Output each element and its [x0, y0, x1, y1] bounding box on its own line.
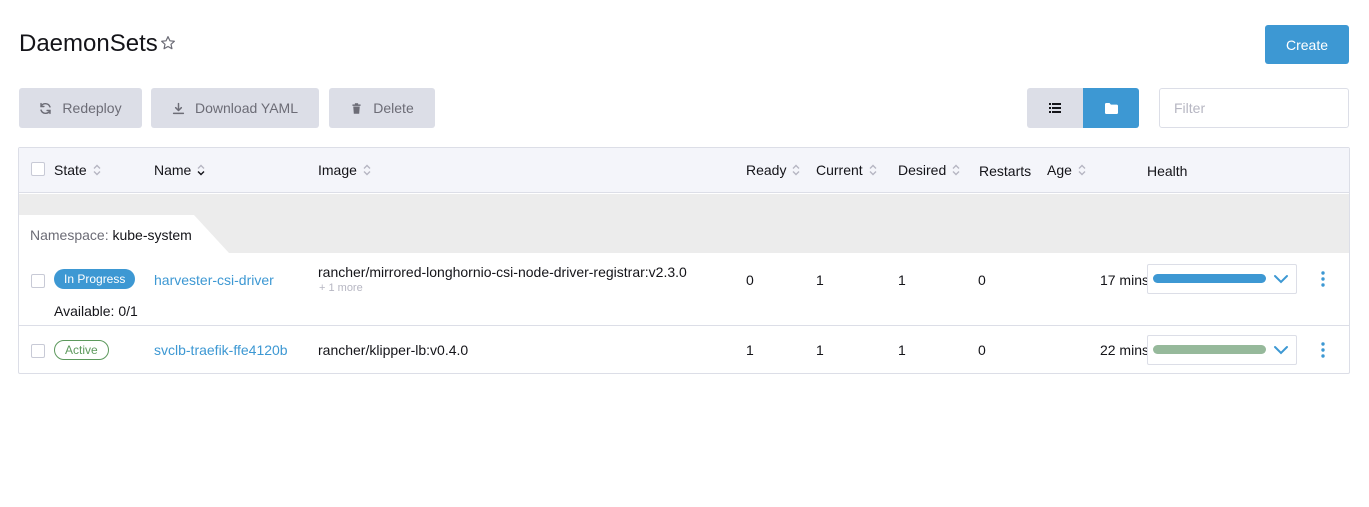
ready-count: 0 [746, 272, 754, 288]
more-actions-icon[interactable] [1321, 271, 1325, 287]
age-value: 22 mins [1099, 342, 1149, 358]
folder-icon [1104, 102, 1118, 114]
namespace-group-header [19, 194, 1349, 253]
health-bar [1153, 345, 1266, 354]
star-icon[interactable] [160, 35, 176, 51]
redeploy-label: Redeploy [62, 100, 122, 116]
desired-count: 1 [898, 272, 906, 288]
sort-icon [792, 164, 800, 176]
chevron-down-icon [1274, 275, 1288, 284]
column-header-image[interactable]: Image [318, 162, 371, 178]
image-name: rancher/mirrored-longhornio-csi-node-dri… [318, 264, 687, 280]
column-header-current[interactable]: Current [816, 162, 877, 178]
sort-icon [1078, 164, 1086, 176]
column-header-desired[interactable]: Desired [898, 162, 960, 178]
column-header-health: Health [1147, 163, 1188, 179]
redeploy-button[interactable]: Redeploy [19, 88, 142, 128]
chevron-down-icon [1274, 346, 1288, 355]
sort-icon [869, 164, 877, 176]
health-dropdown[interactable] [1147, 335, 1297, 365]
daemonset-name-link[interactable]: harvester-csi-driver [154, 272, 274, 288]
age-value: 17 mins [1099, 272, 1149, 288]
download-yaml-button[interactable]: Download YAML [151, 88, 319, 128]
ready-count: 1 [746, 342, 754, 358]
namespace-group-label: Namespace: kube-system [30, 227, 192, 243]
group-by-namespace-button[interactable] [1083, 88, 1139, 128]
table-row: Active svclb-traefik-ffe4120b rancher/kl… [19, 327, 1349, 373]
sort-icon [952, 164, 960, 176]
daemonsets-table: State Name Image Ready Current Desired R… [18, 147, 1350, 374]
column-header-age[interactable]: Age [1047, 162, 1086, 178]
delete-button[interactable]: Delete [329, 88, 435, 128]
health-dropdown[interactable] [1147, 264, 1297, 294]
namespace-name: kube-system [112, 227, 192, 243]
column-header-restarts: Restarts [979, 163, 1032, 179]
list-view-button[interactable] [1027, 88, 1083, 128]
download-yaml-label: Download YAML [195, 100, 298, 116]
filter-input[interactable] [1159, 88, 1349, 128]
view-toggle [1027, 88, 1139, 128]
row-checkbox[interactable] [31, 344, 45, 358]
sort-icon [93, 164, 101, 176]
delete-label: Delete [373, 100, 414, 116]
restarts-count: 0 [978, 272, 986, 288]
state-detail: Available: 0/1 [54, 303, 138, 319]
trash-icon [352, 102, 361, 114]
column-header-name[interactable]: Name [154, 162, 205, 178]
column-header-state[interactable]: State [54, 162, 101, 178]
image-name: rancher/klipper-lb:v0.4.0 [318, 342, 469, 358]
table-row: In Progress Available: 0/1 harvester-csi… [19, 253, 1349, 326]
image-more-link[interactable]: + 1 more [319, 282, 363, 294]
health-bar [1153, 274, 1266, 283]
table-header: State Name Image Ready Current Desired R… [19, 148, 1349, 193]
create-button[interactable]: Create [1265, 25, 1349, 64]
desired-count: 1 [898, 342, 906, 358]
select-all-checkbox[interactable] [31, 162, 45, 176]
column-header-ready[interactable]: Ready [746, 162, 800, 178]
page-title: DaemonSets [19, 30, 158, 57]
status-badge: Active [54, 340, 109, 360]
more-actions-icon[interactable] [1321, 342, 1325, 358]
status-badge: In Progress [54, 269, 136, 289]
sort-icon [363, 164, 371, 176]
restarts-count: 0 [978, 342, 986, 358]
daemonset-name-link[interactable]: svclb-traefik-ffe4120b [154, 342, 288, 358]
current-count: 1 [816, 342, 824, 358]
sort-icon [197, 164, 205, 176]
download-icon [172, 102, 185, 114]
refresh-icon [40, 102, 52, 114]
row-checkbox[interactable] [31, 274, 45, 288]
current-count: 1 [816, 272, 824, 288]
list-icon [1049, 103, 1061, 113]
